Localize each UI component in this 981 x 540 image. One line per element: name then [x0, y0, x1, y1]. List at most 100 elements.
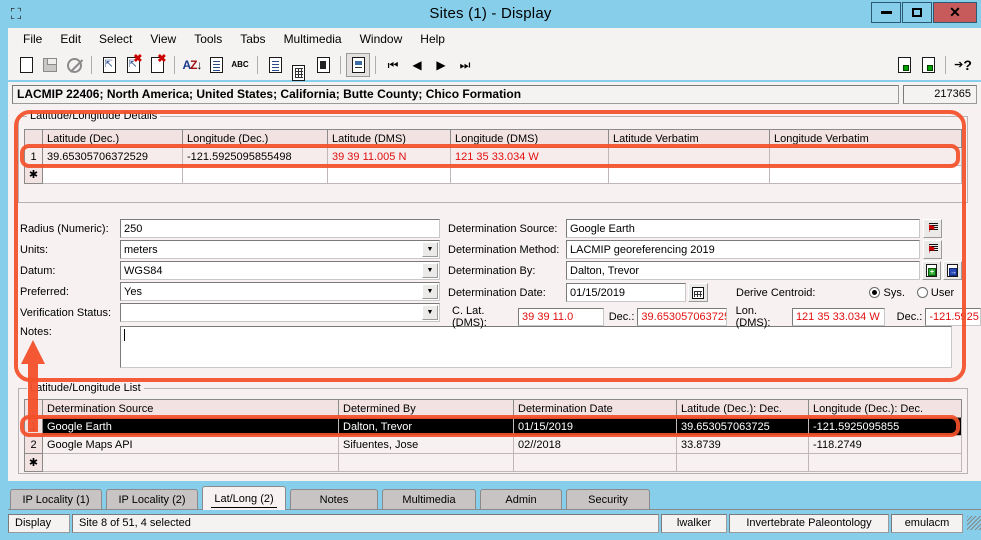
list-cell-source[interactable]: Google Earth	[42, 417, 339, 436]
details-col-lon-dec[interactable]: Longitude (Dec.)	[182, 129, 328, 148]
spellcheck-icon[interactable]: ABC	[228, 53, 252, 77]
det-source-lookup-icon[interactable]: ⚑	[923, 219, 942, 238]
list-row-number[interactable]: 1	[24, 417, 43, 436]
cancel-icon[interactable]	[62, 53, 86, 77]
tab-security[interactable]: Security	[566, 489, 650, 509]
notes-input[interactable]	[120, 326, 952, 368]
list-cell-by[interactable]: Sifuentes, Jose	[338, 435, 514, 454]
form-view-icon[interactable]	[263, 53, 287, 77]
list-corner[interactable]	[24, 399, 43, 418]
table-row-new[interactable]: ✱	[24, 165, 962, 184]
table-row[interactable]: 2 Google Maps API Sifuentes, Jose 02//20…	[24, 435, 962, 454]
det-method-lookup-icon[interactable]: ⚑	[923, 240, 942, 259]
preferred-select[interactable]: Yes ▼	[120, 282, 440, 301]
list-cell-lon[interactable]: -118.2749	[808, 435, 962, 454]
derive-sys-radio[interactable]: Sys.	[869, 287, 905, 299]
details-col-lon-verbatim[interactable]: Longitude Verbatim	[769, 129, 962, 148]
resize-grip-icon[interactable]	[967, 516, 981, 530]
derive-user-radio[interactable]: User	[916, 287, 954, 299]
menu-edit[interactable]: Edit	[51, 30, 90, 48]
chevron-down-icon[interactable]: ▼	[422, 263, 438, 278]
details-new-cell[interactable]	[608, 165, 770, 184]
lon-dec-input[interactable]: -121.5925	[925, 308, 981, 326]
det-method-input[interactable]: LACMIP georeferencing 2019	[566, 240, 920, 259]
goto-party-icon[interactable]: →	[943, 261, 962, 280]
last-record-icon[interactable]: ⏭	[453, 53, 477, 77]
details-col-lat-verbatim[interactable]: Latitude Verbatim	[608, 129, 770, 148]
radius-input[interactable]: 250	[120, 219, 440, 238]
details-cell-lon-dec[interactable]: -121.5925095855498	[182, 147, 328, 166]
radio-sys-icon[interactable]	[869, 287, 881, 298]
details-new-cell[interactable]	[42, 165, 183, 184]
report-view-icon[interactable]	[346, 53, 370, 77]
sort-az-icon[interactable]: AZ↓	[180, 53, 204, 77]
details-new-cell[interactable]	[769, 165, 962, 184]
tab-ip-locality-1[interactable]: IP Locality (1)	[10, 489, 102, 509]
list-col-lon[interactable]: Longitude (Dec.): Dec.	[808, 399, 962, 418]
details-cell-lon-dms[interactable]: 121 35 33.034 W	[450, 147, 609, 166]
next-record-icon[interactable]: ▶	[429, 53, 453, 77]
first-record-icon[interactable]: ⏮	[381, 53, 405, 77]
edit-notes-icon[interactable]	[204, 53, 228, 77]
table-row[interactable]: 1 39.65305706372529 -121.5925095855498 3…	[24, 147, 962, 166]
tab-lat-long[interactable]: Lat/Long (2)	[202, 486, 286, 510]
details-row-number[interactable]: 1	[24, 147, 43, 166]
list-col-source[interactable]: Determination Source	[42, 399, 339, 418]
list-cell-lon[interactable]: -121.5925095855	[808, 417, 962, 436]
details-cell-lat-dms[interactable]: 39 39 11.005 N	[327, 147, 451, 166]
clat-dms-input[interactable]: 39 39 11.0	[518, 308, 604, 326]
det-source-input[interactable]: Google Earth	[566, 219, 920, 238]
tab-multimedia[interactable]: Multimedia	[382, 489, 476, 509]
list-cell-lat[interactable]: 39.653057063725	[676, 417, 809, 436]
calendar-icon[interactable]	[688, 283, 708, 302]
grid-view-icon[interactable]	[287, 53, 311, 81]
list-cell-by[interactable]: Dalton, Trevor	[338, 417, 514, 436]
details-col-lat-dms[interactable]: Latitude (DMS)	[327, 129, 451, 148]
det-by-input[interactable]: Dalton, Trevor	[566, 261, 920, 280]
list-new-cell[interactable]	[808, 453, 962, 472]
new-record-icon[interactable]	[14, 53, 38, 77]
datum-select[interactable]: WGS84 ▼	[120, 261, 440, 280]
add-party-icon[interactable]: +	[922, 261, 941, 280]
menu-help[interactable]: Help	[411, 30, 454, 48]
details-col-lat-dec[interactable]: Latitude (Dec.)	[42, 129, 183, 148]
menu-file[interactable]: File	[14, 30, 51, 48]
details-new-cell[interactable]	[450, 165, 609, 184]
list-cell-lat[interactable]: 33.8739	[676, 435, 809, 454]
list-row-number[interactable]: 2	[24, 435, 43, 454]
details-cell-lat-dec[interactable]: 39.65305706372529	[42, 147, 183, 166]
menu-view[interactable]: View	[141, 30, 185, 48]
tab-notes[interactable]: Notes	[290, 489, 378, 509]
list-cell-source[interactable]: Google Maps API	[42, 435, 339, 454]
previous-record-icon[interactable]: ◀	[405, 53, 429, 77]
details-new-cell[interactable]	[327, 165, 451, 184]
menu-window[interactable]: Window	[351, 30, 412, 48]
lon-dms-input[interactable]: 121 35 33.034 W	[791, 308, 885, 326]
details-corner[interactable]	[24, 129, 43, 148]
context-help-icon[interactable]: ➔?	[951, 53, 975, 77]
menu-multimedia[interactable]: Multimedia	[275, 30, 351, 48]
chevron-down-icon[interactable]: ▼	[422, 305, 438, 320]
list-col-date[interactable]: Determination Date	[513, 399, 677, 418]
det-date-input[interactable]: 01/15/2019	[566, 283, 686, 302]
tab-ip-locality-2[interactable]: IP Locality (2)	[106, 489, 198, 509]
save-icon[interactable]	[38, 53, 62, 77]
copy-record-icon[interactable]	[892, 53, 916, 77]
verification-select[interactable]: ▼	[120, 303, 440, 322]
delete-record-icon[interactable]: ⇱ ✖	[121, 53, 145, 77]
list-new-row-marker[interactable]: ✱	[24, 453, 43, 472]
tab-admin[interactable]: Admin	[480, 489, 562, 509]
table-row-new[interactable]: ✱	[24, 453, 962, 472]
list-col-lat[interactable]: Latitude (Dec.): Dec.	[676, 399, 809, 418]
details-new-row-marker[interactable]: ✱	[24, 165, 43, 184]
menu-tabs[interactable]: Tabs	[231, 30, 274, 48]
menu-tools[interactable]: Tools	[185, 30, 231, 48]
chevron-down-icon[interactable]: ▼	[422, 242, 438, 257]
radio-user-icon[interactable]	[916, 287, 928, 298]
clat-dec-input[interactable]: 39.653057063725	[637, 308, 727, 326]
list-new-cell[interactable]	[676, 453, 809, 472]
details-cell-lat-verbatim[interactable]	[608, 147, 770, 166]
details-col-lon-dms[interactable]: Longitude (DMS)	[450, 129, 609, 148]
list-new-cell[interactable]	[338, 453, 514, 472]
list-view-icon[interactable]	[311, 53, 335, 77]
